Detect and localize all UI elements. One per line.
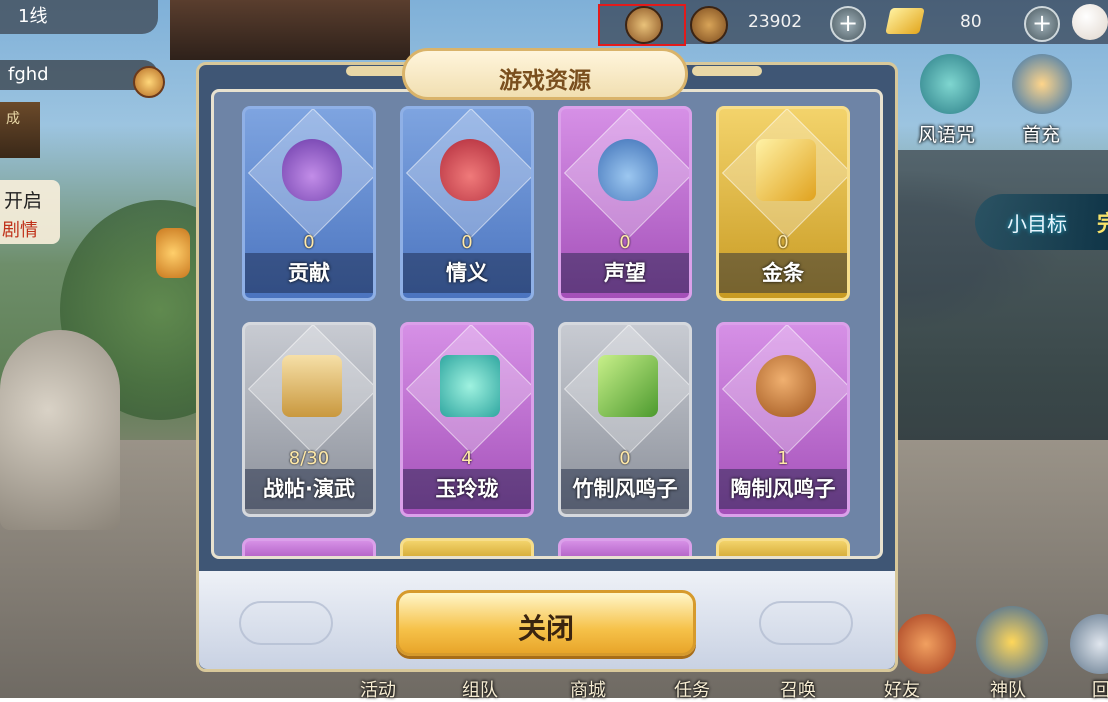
- card-count: 0: [461, 232, 473, 253]
- side-tab[interactable]: 成: [0, 102, 40, 158]
- card-name: 声望: [561, 253, 689, 293]
- nav-extra[interactable]: 回: [1092, 676, 1108, 702]
- resource-card[interactable]: 0 贡献: [242, 106, 376, 301]
- cloud-ornament: [759, 601, 853, 645]
- stone-statue: [0, 330, 120, 530]
- close-button-label: 关闭: [517, 613, 574, 644]
- close-button[interactable]: 关闭: [396, 590, 696, 656]
- dialog-title-plate: 游戏资源: [402, 48, 688, 100]
- resource-card[interactable]: 4 玉玲珑: [400, 322, 534, 517]
- challenge-scroll-icon: [282, 355, 342, 417]
- jade-ornament-icon: [440, 355, 500, 417]
- friendship-bag-icon: [440, 139, 500, 201]
- nav-friend[interactable]: 好友: [884, 676, 920, 702]
- quest-type-label: 剧情: [2, 220, 38, 241]
- card-count: 4: [461, 448, 473, 469]
- card-name: 竹制风鸣子: [561, 469, 689, 509]
- nav-divine-team[interactable]: 神队: [990, 676, 1026, 702]
- card-name: 玉玲珑: [403, 469, 531, 509]
- nav-activity[interactable]: 活动: [360, 676, 396, 702]
- title-wing-right: [692, 66, 762, 76]
- fengyu-icon[interactable]: [920, 54, 980, 114]
- nav-shop[interactable]: 商城: [570, 676, 606, 702]
- server-line-indicator[interactable]: 1线: [0, 0, 158, 34]
- highlight-box: [598, 4, 686, 46]
- card-name: 金条: [719, 253, 847, 293]
- resource-grid-frame: 0 贡献 0 情义 0 声望 0 金条 8/30 战帖·演武 4 玉玲珑 0 竹制风鸣子 1 陶制风鸣子: [211, 89, 883, 559]
- resource-card[interactable]: 1 陶制风鸣子: [716, 322, 850, 517]
- nav-summon[interactable]: 召唤: [780, 676, 816, 702]
- resource-card[interactable]: 0 金条: [716, 106, 850, 301]
- card-count: 0: [619, 232, 631, 253]
- copper-amount: 23902: [748, 12, 803, 32]
- game-resources-dialog: 0 贡献 0 情义 0 声望 0 金条 8/30 战帖·演武 4 玉玲珑 0 竹制风鸣子 1 陶制风鸣子: [196, 62, 898, 672]
- resource-card-partial[interactable]: [558, 538, 692, 556]
- fengyu-label: 风语咒: [918, 124, 976, 146]
- bamboo-flute-icon: [598, 355, 658, 417]
- resource-card[interactable]: 0 竹制风鸣子: [558, 322, 692, 517]
- small-target-suffix: 完: [1097, 206, 1108, 238]
- chinese-knot-icon[interactable]: [133, 66, 165, 98]
- card-count: 1: [777, 448, 789, 469]
- quest-tracker[interactable]: 开启 剧情: [0, 180, 60, 244]
- gold-amount: 80: [960, 12, 982, 32]
- bun-icon[interactable]: [1072, 4, 1108, 40]
- resource-card[interactable]: 0 声望: [558, 106, 692, 301]
- resource-card-partial[interactable]: [716, 538, 850, 556]
- ceramic-ocarina-icon: [756, 355, 816, 417]
- nav-team[interactable]: 组队: [462, 676, 498, 702]
- first-recharge-label: 首充: [1022, 124, 1061, 146]
- resource-card[interactable]: 8/30 战帖·演武: [242, 322, 376, 517]
- card-count: 0: [303, 232, 315, 253]
- gold-bar-icon: [756, 139, 816, 201]
- add-gold-button[interactable]: +: [1024, 6, 1060, 42]
- nav-task[interactable]: 任务: [674, 676, 710, 702]
- card-count: 0: [619, 448, 631, 469]
- lantern: [156, 228, 190, 278]
- small-target-panel[interactable]: 小目标 完: [975, 194, 1108, 250]
- resource-card[interactable]: 0 情义: [400, 106, 534, 301]
- card-name: 战帖·演武: [245, 469, 373, 509]
- copper-coin-icon: [690, 6, 728, 44]
- gold-bar-icon: [885, 8, 925, 34]
- card-count: 0: [777, 232, 789, 253]
- card-name: 情义: [403, 253, 531, 293]
- contribution-bag-icon: [282, 139, 342, 201]
- resource-card-partial[interactable]: [400, 538, 534, 556]
- divine-team-icon[interactable]: [976, 606, 1048, 678]
- quest-open-label: 开启: [4, 190, 43, 212]
- small-target-label: 小目标: [1007, 212, 1067, 236]
- card-name: 贡献: [245, 253, 373, 293]
- first-recharge-icon[interactable]: [1012, 54, 1072, 114]
- card-name: 陶制风鸣子: [719, 469, 847, 509]
- add-copper-button[interactable]: +: [830, 6, 866, 42]
- dialog-title: 游戏资源: [499, 68, 591, 94]
- pavilion-roof: [170, 0, 410, 60]
- card-count: 8/30: [288, 448, 330, 469]
- side-tab-label: 成: [6, 111, 20, 127]
- friend-icon[interactable]: [896, 614, 956, 674]
- reputation-bag-icon: [598, 139, 658, 201]
- cloud-ornament: [239, 601, 333, 645]
- resource-card-partial[interactable]: [242, 538, 376, 556]
